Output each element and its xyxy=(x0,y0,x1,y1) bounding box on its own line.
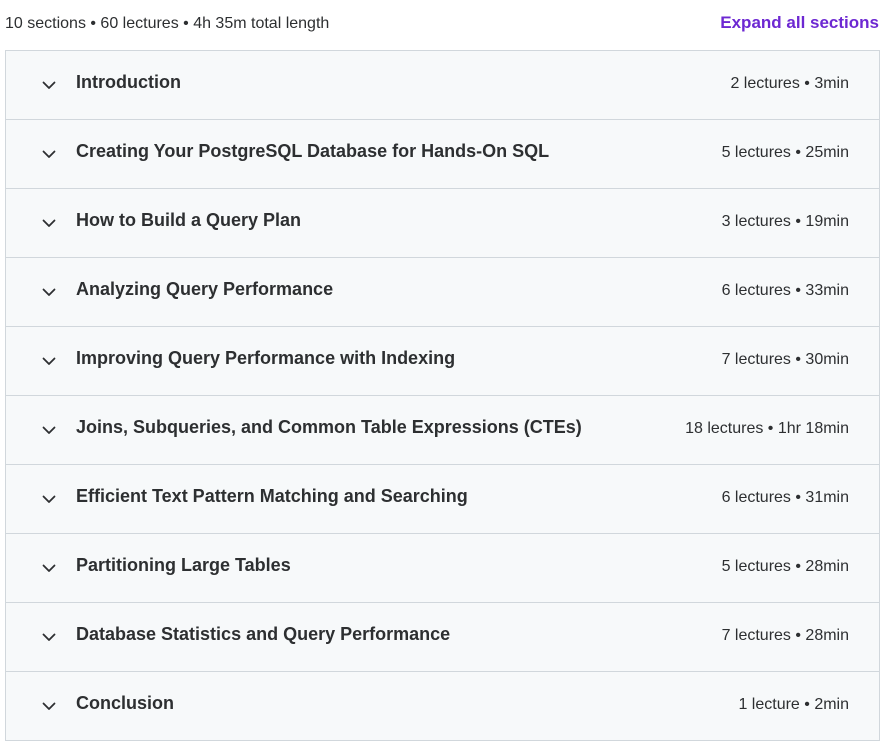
section-title: Partitioning Large Tables xyxy=(76,555,291,575)
section-meta: 5 lectures • 28min xyxy=(721,558,849,575)
section-meta: 5 lectures • 25min xyxy=(721,144,849,161)
section-meta: 7 lectures • 28min xyxy=(721,627,849,644)
chevron-down-icon xyxy=(41,560,57,576)
chevron-down-icon xyxy=(41,353,57,369)
chevron-down-icon xyxy=(41,77,57,93)
chevron-down-icon xyxy=(41,629,57,645)
course-summary: 10 sections • 60 lectures • 4h 35m total… xyxy=(5,15,330,32)
section-meta: 6 lectures • 33min xyxy=(721,282,849,299)
section-meta: 2 lectures • 3min xyxy=(730,75,849,92)
section-row[interactable]: How to Build a Query Plan 3 lectures • 1… xyxy=(6,189,879,258)
section-row[interactable]: Creating Your PostgreSQL Database for Ha… xyxy=(6,120,879,189)
section-row[interactable]: Analyzing Query Performance 6 lectures •… xyxy=(6,258,879,327)
section-row[interactable]: Improving Query Performance with Indexin… xyxy=(6,327,879,396)
section-title: Analyzing Query Performance xyxy=(76,279,334,299)
chevron-down-icon xyxy=(41,422,57,438)
chevron-down-icon xyxy=(41,146,57,162)
section-meta: 7 lectures • 30min xyxy=(721,351,849,368)
section-title: Joins, Subqueries, and Common Table Expr… xyxy=(76,417,582,437)
section-title: Introduction xyxy=(76,72,181,92)
section-row[interactable]: Partitioning Large Tables 5 lectures • 2… xyxy=(6,534,879,603)
section-row[interactable]: Joins, Subqueries, and Common Table Expr… xyxy=(6,396,879,465)
sections-list: Introduction 2 lectures • 3min Creating … xyxy=(5,50,880,741)
chevron-down-icon xyxy=(41,491,57,507)
expand-all-sections-button[interactable]: Expand all sections xyxy=(720,13,879,33)
section-title: Database Statistics and Query Performanc… xyxy=(76,624,451,644)
section-row[interactable]: Conclusion 1 lecture • 2min xyxy=(6,672,879,740)
section-title: Improving Query Performance with Indexin… xyxy=(76,348,456,368)
section-row[interactable]: Database Statistics and Query Performanc… xyxy=(6,603,879,672)
chevron-down-icon xyxy=(41,698,57,714)
section-meta: 6 lectures • 31min xyxy=(721,489,849,506)
section-title: Creating Your PostgreSQL Database for Ha… xyxy=(76,141,550,161)
course-content-header: 10 sections • 60 lectures • 4h 35m total… xyxy=(0,0,885,50)
section-row[interactable]: Introduction 2 lectures • 3min xyxy=(6,51,879,120)
section-row[interactable]: Efficient Text Pattern Matching and Sear… xyxy=(6,465,879,534)
section-title: Conclusion xyxy=(76,693,174,713)
chevron-down-icon xyxy=(41,284,57,300)
section-meta: 1 lecture • 2min xyxy=(738,696,849,713)
chevron-down-icon xyxy=(41,215,57,231)
course-content-panel: 10 sections • 60 lectures • 4h 35m total… xyxy=(0,0,885,747)
section-title: How to Build a Query Plan xyxy=(76,210,302,230)
section-meta: 18 lectures • 1hr 18min xyxy=(685,420,849,437)
section-meta: 3 lectures • 19min xyxy=(721,213,849,230)
section-title: Efficient Text Pattern Matching and Sear… xyxy=(76,486,468,506)
